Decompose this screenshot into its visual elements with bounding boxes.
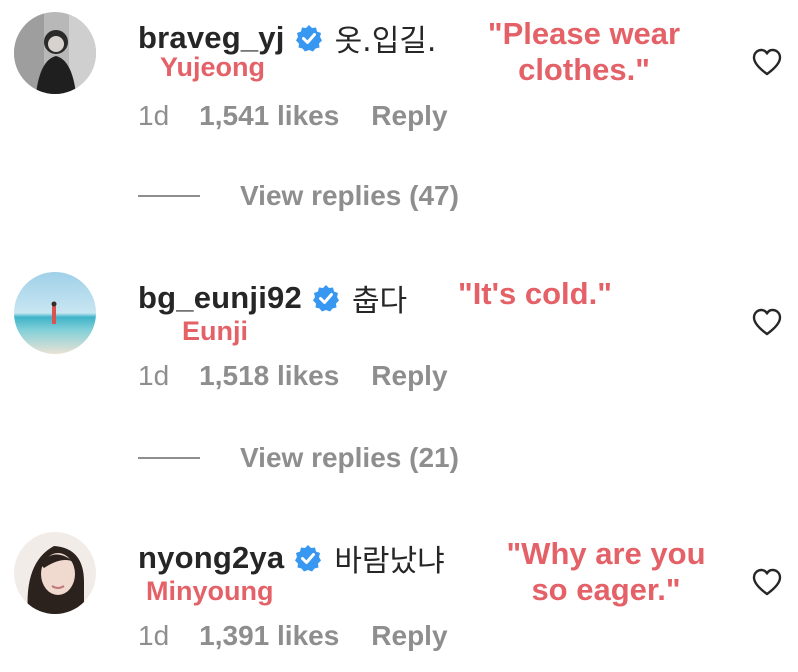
comment-header: nyong2ya 바람났냐 <box>138 538 445 579</box>
view-replies-toggle[interactable]: View replies (47) <box>138 178 459 214</box>
reply-button[interactable]: Reply <box>371 100 447 132</box>
replies-divider <box>138 457 200 459</box>
avatar[interactable] <box>14 532 96 614</box>
comment-text: 옷.입길. <box>334 24 437 59</box>
translation-caption: "Why are you so eager." <box>488 536 724 608</box>
username[interactable]: braveg_yj <box>138 20 285 56</box>
comment-meta: 1d 1,391 likes Reply <box>138 620 448 652</box>
comment-item: bg_eunji92 춥다 "It's cold." Eunji 1d 1,51… <box>0 272 798 412</box>
timestamp: 1d <box>138 620 170 651</box>
translation-line: "It's cold." <box>458 276 612 311</box>
replies-divider <box>138 195 200 197</box>
view-replies-label[interactable]: View replies (21) <box>240 442 459 474</box>
comment-text: 춥다 <box>351 284 408 319</box>
view-replies-toggle[interactable]: View replies (21) <box>138 440 459 476</box>
verified-badge-icon <box>294 544 322 572</box>
realname-caption: Eunji <box>182 316 248 346</box>
avatar[interactable] <box>14 272 96 354</box>
translation-line: "Why are you <box>506 536 706 571</box>
heart-outline-icon[interactable] <box>752 48 782 76</box>
timestamp: 1d <box>138 100 170 131</box>
translation-line: so eager." <box>531 572 681 607</box>
comment-header: bg_eunji92 춥다 <box>138 278 408 319</box>
likes-count[interactable]: 1,391 likes <box>199 620 339 652</box>
view-replies-label[interactable]: View replies (47) <box>240 180 459 212</box>
translation-caption: "Please wear clothes." <box>478 16 690 88</box>
translation-line: "Please wear <box>487 16 681 51</box>
comment-item: nyong2ya 바람났냐 "Why are you so eager." Mi… <box>0 532 798 672</box>
comment-text: 바람났냐 <box>334 544 445 579</box>
username[interactable]: nyong2ya <box>138 540 284 576</box>
verified-badge-icon <box>295 24 323 52</box>
realname-caption: Yujeong <box>160 52 266 82</box>
reply-button[interactable]: Reply <box>371 620 447 652</box>
verified-badge-icon <box>312 284 340 312</box>
reply-button[interactable]: Reply <box>371 360 447 392</box>
translation-caption: "It's cold." <box>458 276 612 312</box>
username[interactable]: bg_eunji92 <box>138 280 302 316</box>
heart-outline-icon[interactable] <box>752 308 782 336</box>
comment-item: braveg_yj 옷.입길. "Please wear clothes." Y… <box>0 12 798 152</box>
timestamp: 1d <box>138 360 170 391</box>
likes-count[interactable]: 1,541 likes <box>199 100 339 132</box>
likes-count[interactable]: 1,518 likes <box>199 360 339 392</box>
comment-meta: 1d 1,541 likes Reply <box>138 100 448 132</box>
avatar[interactable] <box>14 12 96 94</box>
comment-meta: 1d 1,518 likes Reply <box>138 360 448 392</box>
heart-outline-icon[interactable] <box>752 568 782 596</box>
realname-caption: Minyoung <box>146 576 274 606</box>
translation-line: clothes." <box>518 52 650 87</box>
